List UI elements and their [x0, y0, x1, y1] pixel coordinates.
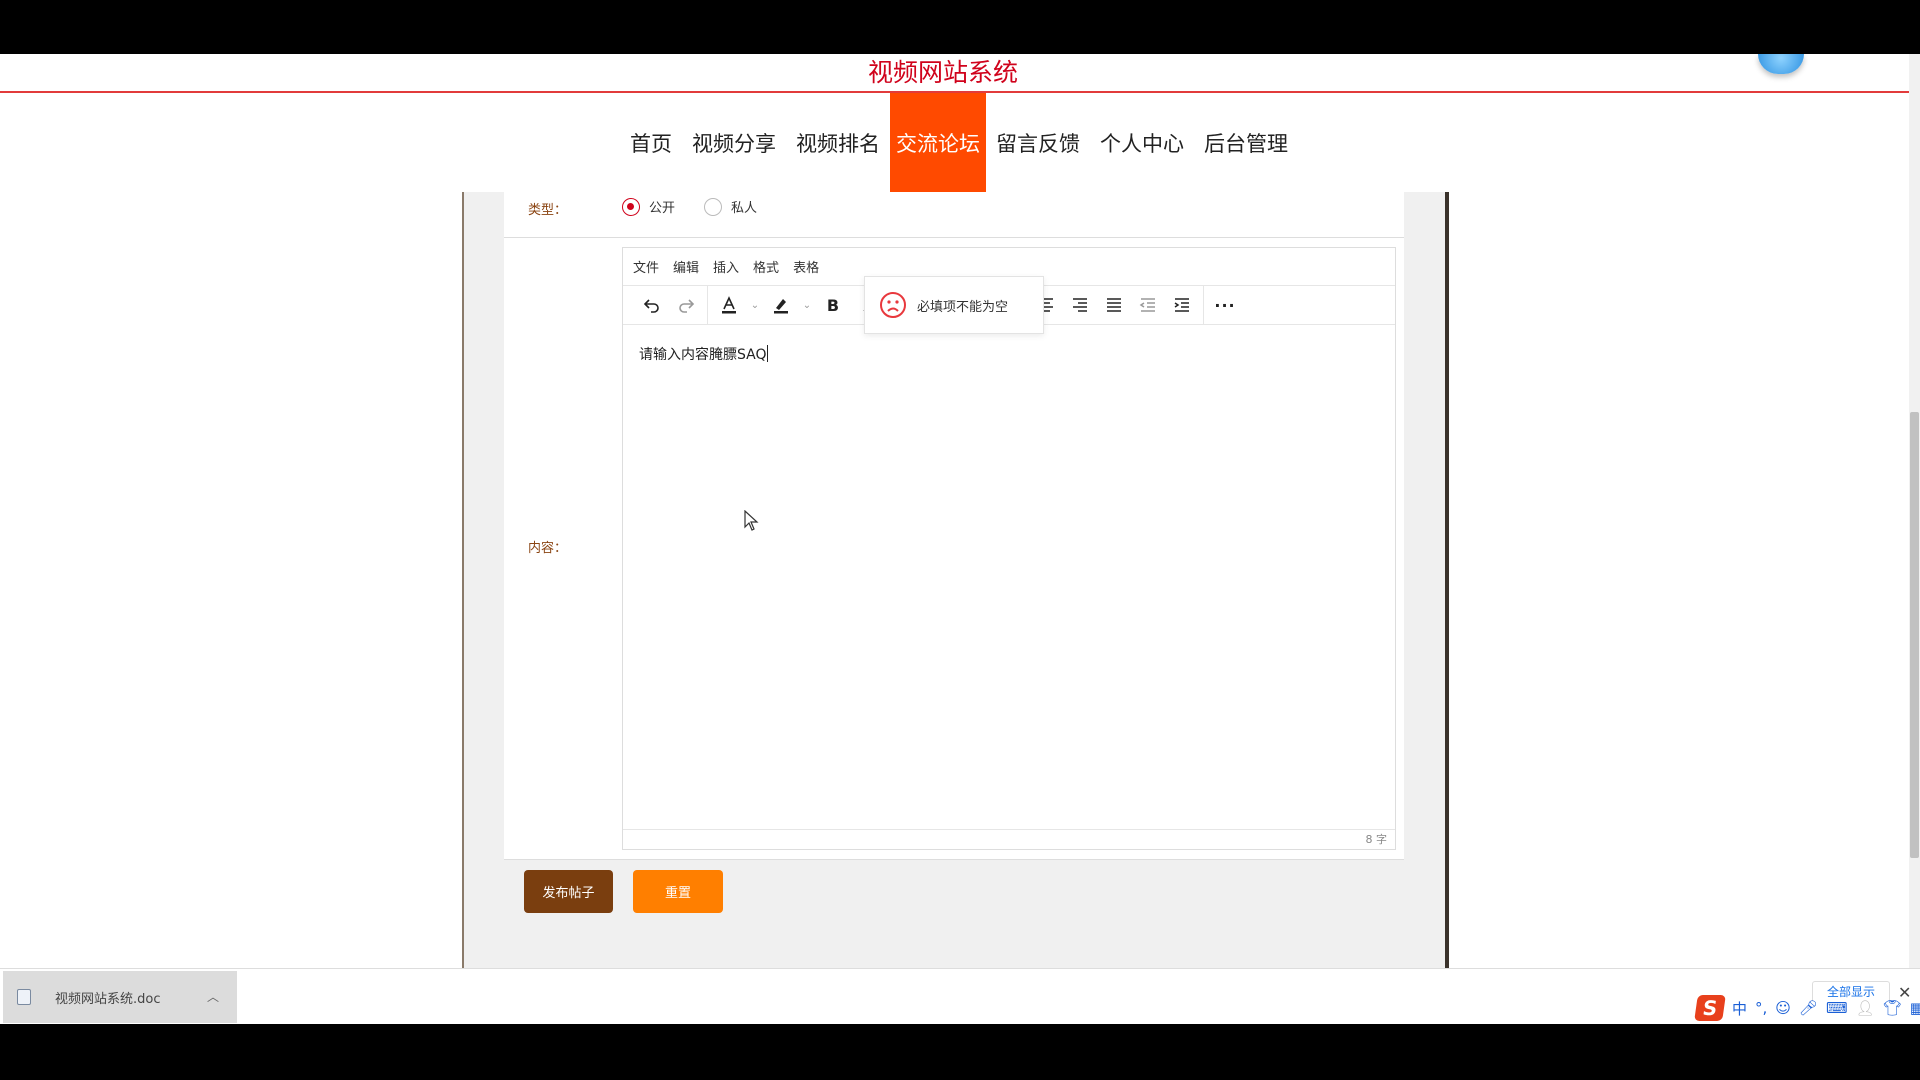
editor-statusbar: 8 字: [623, 829, 1395, 849]
nav-video-ranking[interactable]: 视频排名: [786, 93, 890, 192]
ime-toolbar: S 中 °, ☺ 🎤︎ ⌨ 👤︎ 👕︎ ▦: [1694, 995, 1920, 1021]
menu-insert[interactable]: 插入: [713, 257, 739, 276]
nav-personal-center[interactable]: 个人中心: [1090, 93, 1194, 192]
row-divider: [504, 237, 1404, 238]
radio-private[interactable]: 私人: [704, 197, 757, 216]
nav-home[interactable]: 首页: [620, 93, 682, 192]
radio-private-indicator[interactable]: [704, 197, 722, 216]
toolbox-icon[interactable]: ▦: [1910, 999, 1920, 1017]
nav-forum[interactable]: 交流论坛: [890, 93, 986, 192]
browser-viewport: 视频网站系统 首页 视频分享 视频排名 交流论坛 留言反馈 个人中心 后台管理 …: [0, 54, 1920, 1024]
publish-post-button[interactable]: 发布帖子: [524, 870, 613, 913]
skin-icon[interactable]: 👕︎: [1883, 999, 1902, 1017]
site-title: 视频网站系统: [867, 58, 1018, 87]
chevron-down-icon[interactable]: ⌄: [801, 291, 813, 319]
menu-edit[interactable]: 编辑: [673, 257, 699, 276]
reset-button[interactable]: 重置: [633, 870, 723, 913]
editor-content[interactable]: 请输入内容腌膘SAQ: [623, 326, 1395, 829]
bold-icon[interactable]: B: [819, 291, 847, 319]
radio-public-label: 公开: [649, 201, 676, 216]
document-file-icon: [17, 989, 31, 1005]
word-count: 8 字: [1365, 833, 1388, 846]
nav-video-share[interactable]: 视频分享: [682, 93, 786, 192]
download-bar: 视频网站系统.doc ︿ 全部显示 ✕ S 中 °, ☺ 🎤︎ ⌨ 👤︎ 👕︎ …: [0, 968, 1920, 1024]
nav-feedback[interactable]: 留言反馈: [986, 93, 1090, 192]
microphone-icon[interactable]: 🎤︎: [1799, 999, 1818, 1017]
rich-text-editor: 文件 编辑 插入 格式 表格 ⌄ ⌄ B ··· 请输入内容腌膘SAQ 8 字: [622, 247, 1396, 850]
radio-private-label: 私人: [731, 201, 758, 216]
punctuation-icon[interactable]: °,: [1755, 999, 1767, 1017]
emoji-icon[interactable]: ☺: [1775, 999, 1791, 1017]
align-justify-icon[interactable]: [1100, 291, 1128, 319]
download-file-name: 视频网站系统.doc: [55, 991, 161, 1007]
radio-public-indicator[interactable]: [622, 197, 640, 216]
keyboard-icon[interactable]: ⌨: [1826, 999, 1848, 1017]
redo-icon[interactable]: [672, 291, 700, 319]
indent-icon[interactable]: [1168, 291, 1196, 319]
align-right-icon[interactable]: [1066, 291, 1094, 319]
menu-file[interactable]: 文件: [633, 257, 659, 276]
editor-text: 请输入内容腌膘SAQ: [639, 347, 767, 363]
ime-mode[interactable]: 中: [1732, 998, 1747, 1019]
content-label: 内容：: [528, 541, 568, 556]
mouse-cursor-icon: [744, 510, 759, 531]
user-icon[interactable]: 👤︎: [1856, 999, 1875, 1017]
outdent-icon[interactable]: [1134, 291, 1162, 319]
type-label: 类型：: [528, 203, 568, 218]
main-nav: 首页 视频分享 视频排名 交流论坛 留言反馈 个人中心 后台管理: [620, 93, 1298, 192]
more-icon[interactable]: ···: [1211, 291, 1239, 319]
sogou-ime-logo-icon[interactable]: S: [1694, 995, 1726, 1021]
sad-face-icon: [880, 292, 906, 318]
toast-message: 必填项不能为空: [917, 299, 1009, 315]
radio-public[interactable]: 公开: [622, 197, 675, 216]
highlight-color-icon[interactable]: [767, 291, 795, 319]
download-item[interactable]: 视频网站系统.doc ︿: [3, 971, 237, 1023]
undo-icon[interactable]: [638, 291, 666, 319]
chevron-down-icon[interactable]: ⌄: [749, 291, 761, 319]
nav-admin[interactable]: 后台管理: [1194, 93, 1298, 192]
page-scrollbar-thumb[interactable]: [1910, 412, 1919, 858]
text-color-icon[interactable]: [715, 291, 743, 319]
chevron-up-icon[interactable]: ︿: [207, 988, 219, 1005]
menu-table[interactable]: 表格: [793, 257, 819, 276]
validation-toast: 必填项不能为空: [864, 276, 1044, 334]
text-caret: [766, 345, 768, 362]
menu-format[interactable]: 格式: [753, 257, 779, 276]
